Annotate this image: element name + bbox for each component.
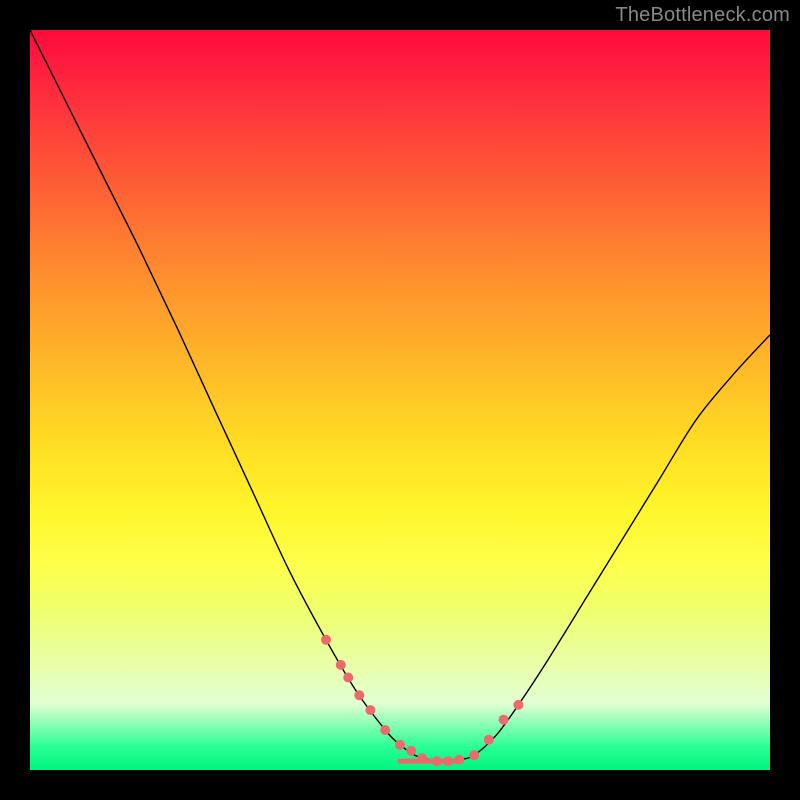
sample-dot <box>513 700 523 710</box>
sample-dot <box>406 746 416 756</box>
watermark-text: TheBottleneck.com <box>615 4 790 27</box>
plot-svg <box>30 30 770 770</box>
sample-dot <box>343 673 353 683</box>
sample-dot <box>469 750 479 760</box>
sample-dot <box>380 725 390 735</box>
sample-dot <box>336 660 346 670</box>
sample-dot <box>484 735 494 745</box>
sample-dot <box>354 690 364 700</box>
sample-dot <box>365 705 375 715</box>
sample-dot <box>499 715 509 725</box>
sample-dot <box>395 740 405 750</box>
sample-dot <box>321 635 331 645</box>
plot-frame: TheBottleneck.com <box>0 0 800 800</box>
sample-dots <box>321 635 523 766</box>
bottleneck-curve <box>30 30 770 762</box>
